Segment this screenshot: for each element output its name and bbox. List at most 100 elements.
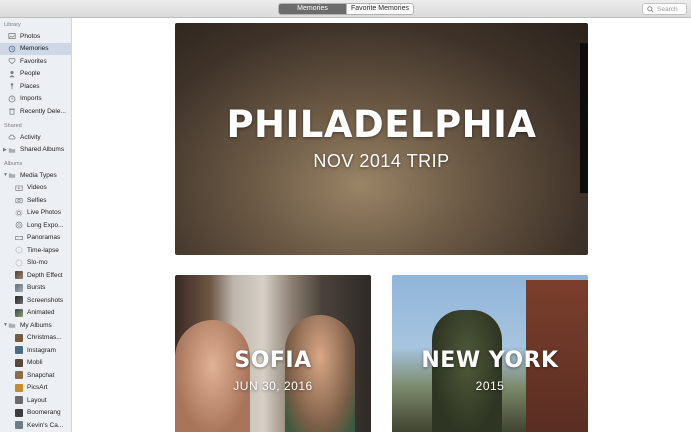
sidebar-item-slo-mo[interactable]: Slo-mo xyxy=(0,257,71,270)
sidebar-item-recently-deleted[interactable]: Recently Dele... xyxy=(0,105,71,118)
album-thumbnail xyxy=(15,421,23,430)
camera-icon xyxy=(15,196,23,204)
sidebar-item-label: Favorites xyxy=(20,57,47,65)
sidebar-item-label: Videos xyxy=(27,184,47,192)
sidebar-item-label: Depth Effect xyxy=(27,271,63,279)
sidebar-item-animated[interactable]: Animated xyxy=(0,307,71,320)
sidebar-item-long-exposure[interactable]: Long Expo... xyxy=(0,219,71,232)
sidebar-item-label: Slo-mo xyxy=(27,259,48,267)
sidebar-item-label: Animated xyxy=(27,309,55,317)
sidebar-item-label: Layout xyxy=(27,396,47,404)
folder-icon xyxy=(8,171,16,179)
album-thumbnail xyxy=(15,396,23,405)
sidebar-item-places[interactable]: Places xyxy=(0,80,71,93)
person-left-photo xyxy=(175,320,250,432)
sidebar-item-label: PicsArt xyxy=(27,384,48,392)
depth-thumbnail xyxy=(15,271,23,280)
memory-card-philadelphia[interactable]: PHILADELPHIA NOV 2014 TRIP xyxy=(175,23,588,255)
sidebar-item-label: Christmas... xyxy=(27,334,62,342)
video-icon xyxy=(15,184,23,192)
screenshots-thumbnail xyxy=(15,296,23,305)
sidebar-item-label: Long Expo... xyxy=(27,221,64,229)
long-exposure-icon xyxy=(15,221,23,229)
sidebar-item-live-photos[interactable]: Live Photos xyxy=(0,207,71,220)
search-placeholder: Search xyxy=(657,5,678,13)
sidebar-item-label: Activity xyxy=(20,133,41,141)
sidebar-item-panoramas[interactable]: Panoramas xyxy=(0,232,71,245)
sidebar-item-album[interactable]: Layout xyxy=(0,394,71,407)
sidebar-item-label: Panoramas xyxy=(27,234,61,242)
sidebar-item-selfies[interactable]: Selfies xyxy=(0,194,71,207)
sidebar-item-album[interactable]: Boomerang xyxy=(0,407,71,420)
sidebar-item-label: Photos xyxy=(20,32,41,40)
album-thumbnail xyxy=(15,371,23,380)
memory-card-new-york[interactable]: NEW YORK 2015 xyxy=(392,275,588,432)
memory-title: NEW YORK xyxy=(421,348,559,373)
sidebar-item-label: Selfies xyxy=(27,196,47,204)
sidebar-item-album[interactable]: PicsArt xyxy=(0,382,71,395)
heart-icon xyxy=(8,57,16,65)
album-thumbnail xyxy=(15,408,23,417)
memory-title: SOFIA xyxy=(234,348,312,373)
memory-subtitle: NOV 2014 TRIP xyxy=(313,151,450,171)
pin-icon xyxy=(8,82,16,90)
sidebar-item-album[interactable]: Snapchat xyxy=(0,369,71,382)
albums-header: Albums xyxy=(4,161,23,167)
memory-subtitle: JUN 30, 2016 xyxy=(233,379,313,393)
search-field[interactable]: Search xyxy=(642,3,687,15)
sidebar-item-label: Mobli xyxy=(27,359,43,367)
album-thumbnail xyxy=(15,346,23,355)
sidebar-item-label: People xyxy=(20,70,41,78)
sidebar-item-photos[interactable]: Photos xyxy=(0,30,71,43)
person-icon xyxy=(8,70,16,78)
folder-icon xyxy=(8,321,16,329)
memory-subtitle: 2015 xyxy=(475,379,505,393)
tab-favorite-memories[interactable]: Favorite Memories xyxy=(346,4,413,14)
sidebar-item-memories[interactable]: Memories xyxy=(0,42,71,55)
sidebar-item-label: Instagram xyxy=(27,346,56,354)
album-thumbnail xyxy=(15,358,23,367)
time-lapse-icon xyxy=(15,246,23,254)
sidebar-item-label: Media Types xyxy=(20,171,57,179)
memories-icon xyxy=(8,45,16,53)
memories-segmented-control: Memories Favorite Memories xyxy=(278,3,414,15)
sidebar-item-favorites[interactable]: Favorites xyxy=(0,55,71,68)
folder-icon xyxy=(8,146,16,154)
sidebar-item-label: Live Photos xyxy=(27,209,61,217)
memories-grid: PHILADELPHIA NOV 2014 TRIP SOFIA JUN 30,… xyxy=(72,18,691,432)
sidebar-item-activity[interactable]: Activity xyxy=(0,131,71,144)
memory-title: PHILADELPHIA xyxy=(226,103,537,146)
sidebar-item-label: My Albums xyxy=(20,321,52,329)
album-thumbnail xyxy=(15,383,23,392)
tab-memories[interactable]: Memories xyxy=(279,4,346,14)
animated-thumbnail xyxy=(15,308,23,317)
clock-icon xyxy=(8,95,16,103)
sidebar-item-label: Kevin's Ca... xyxy=(27,421,64,429)
sidebar-item-label: Imports xyxy=(20,95,42,103)
sidebar-item-bursts[interactable]: Bursts xyxy=(0,282,71,295)
sidebar-item-album[interactable]: Christmas... xyxy=(0,332,71,345)
sidebar-item-videos[interactable]: Videos xyxy=(0,182,71,195)
person-right-photo xyxy=(285,315,355,432)
sidebar-item-media-types[interactable]: ▼ Media Types xyxy=(0,169,71,182)
sidebar-item-shared-albums[interactable]: ▶ Shared Albums xyxy=(0,144,71,157)
sidebar-item-my-albums[interactable]: ▼ My Albums xyxy=(0,319,71,332)
photos-icon xyxy=(8,32,16,40)
sidebar-item-time-lapse[interactable]: Time-lapse xyxy=(0,244,71,257)
sidebar-item-imports[interactable]: Imports xyxy=(0,93,71,106)
album-thumbnail xyxy=(15,333,23,342)
live-photo-icon xyxy=(15,209,23,217)
sidebar-item-label: Memories xyxy=(20,45,49,53)
sidebar-item-album[interactable]: Instagram xyxy=(0,344,71,357)
sidebar-item-album[interactable]: Mobli xyxy=(0,357,71,370)
toolbar: Memories Favorite Memories Search xyxy=(0,0,691,18)
library-header: Library xyxy=(4,22,21,28)
memory-card-sofia[interactable]: SOFIA JUN 30, 2016 xyxy=(175,275,371,432)
sidebar-item-album[interactable]: Kevin's Ca... xyxy=(0,419,71,432)
sidebar-item-label: Screenshots xyxy=(27,296,64,304)
sidebar-item-people[interactable]: People xyxy=(0,68,71,81)
sidebar-item-depth-effect[interactable]: Depth Effect xyxy=(0,269,71,282)
sidebar-item-screenshots[interactable]: Screenshots xyxy=(0,294,71,307)
search-icon xyxy=(647,5,654,13)
trash-icon xyxy=(8,107,16,115)
